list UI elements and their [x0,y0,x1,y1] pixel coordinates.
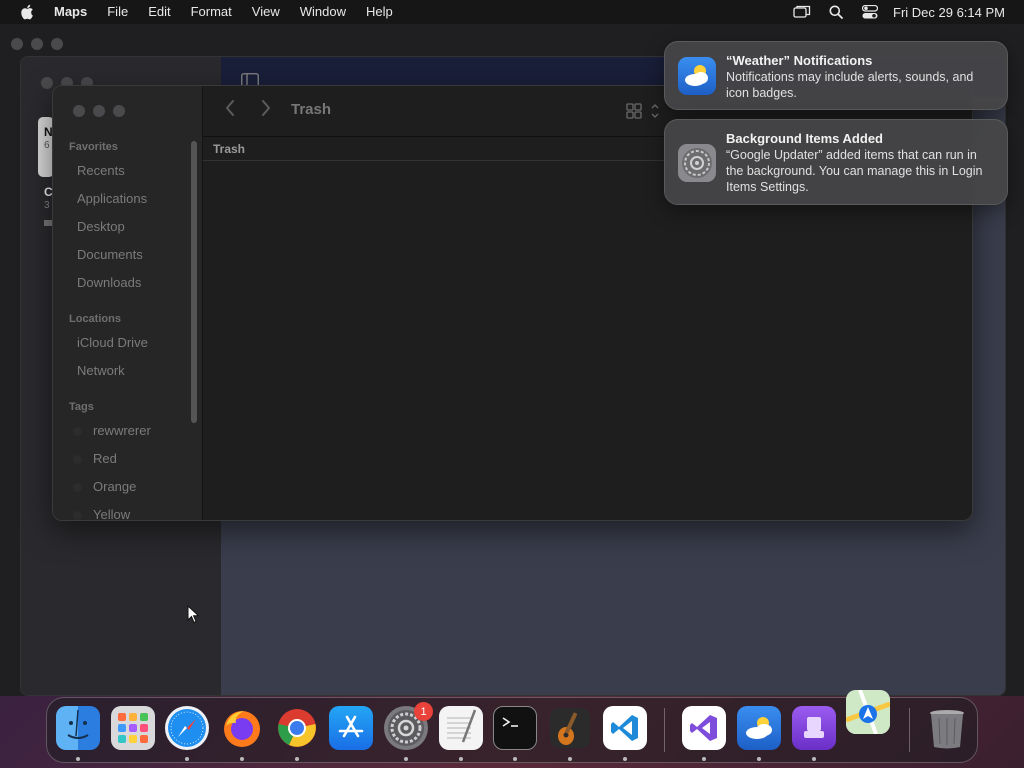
notification-weather[interactable]: “Weather” Notifications Notifications ma… [664,41,1008,110]
dock-separator [664,708,665,752]
weather-icon[interactable] [737,706,781,750]
running-indicator [459,757,463,761]
grid-view-icon[interactable] [625,102,661,125]
menu-format[interactable]: Format [181,0,242,24]
notification-title: Background Items Added [726,131,883,146]
menu-help[interactable]: Help [356,0,403,24]
sidebar-section-locations: Locations [69,313,121,325]
mouse-cursor-icon [187,604,201,630]
dock [46,690,978,763]
sidebar-item-downloads[interactable]: Downloads [77,275,141,290]
sidebar-item-applications[interactable]: Applications [77,191,147,206]
tag-dot-icon [73,455,82,464]
apple-menu-icon[interactable] [0,4,54,20]
sidebar-item-network[interactable]: Network [77,363,125,378]
finder-icon[interactable] [56,706,100,750]
maps-icon[interactable] [846,690,890,734]
sidebar-tag-red[interactable]: Red [93,451,117,466]
notification-body: “Google Updater” added items that can ru… [726,148,983,194]
sidebar-tag-rewwrerer[interactable]: rewwrerer [93,423,151,438]
control-center-icon[interactable] [853,0,887,24]
garageband-icon[interactable] [548,706,592,750]
app-store-icon[interactable] [329,706,373,750]
zoom-button[interactable] [51,38,63,50]
maps-window-traffic-lights[interactable] [11,38,63,50]
terminal-icon[interactable] [493,706,537,750]
notification-background-items[interactable]: Background Items Added “Google Updater” … [664,119,1008,205]
system-settings-icon [678,144,716,182]
weather-icon [678,57,716,95]
dock-separator [909,708,910,752]
close-button[interactable] [41,77,53,89]
running-indicator [513,757,517,761]
menu-bar: Maps File Edit Format View Window Help F… [0,0,1024,24]
close-button[interactable] [73,105,85,117]
notification-title: “Weather” Notifications [726,53,873,68]
firefox-icon[interactable] [220,706,264,750]
running-indicator [623,757,627,761]
sidebar-tag-orange[interactable]: Orange [93,479,136,494]
running-indicator [702,757,706,761]
menu-file[interactable]: File [97,0,138,24]
minimize-button[interactable] [93,105,105,117]
running-indicator [757,757,761,761]
trash-icon[interactable] [925,706,969,750]
tag-dot-icon [73,483,82,492]
maps-sidebar-text: 3 [44,200,50,211]
maps-sidebar-marker [44,220,52,226]
sidebar-section-tags: Tags [69,401,94,413]
running-indicator [812,757,816,761]
forward-chevron-icon[interactable] [261,100,271,121]
back-chevron-icon[interactable] [225,100,235,121]
finder-window-title: Trash [291,101,332,118]
running-indicator [568,757,572,761]
maps-sidebar-text: 6 [44,140,50,151]
running-indicator [240,757,244,761]
running-indicator [295,757,299,761]
notification-body: Notifications may include alerts, sounds… [726,70,974,100]
sidebar-item-recents[interactable]: Recents [77,163,125,178]
menu-bar-clock[interactable]: Fri Dec 29 6:14 PM [887,5,1024,20]
tag-dot-icon [73,427,82,436]
chrome-icon[interactable] [275,706,319,750]
finder-sidebar: Favorites Recents Applications Desktop D… [53,86,203,520]
apple-configurator-icon[interactable] [792,706,836,750]
finder-traffic-lights [73,105,125,117]
visual-studio-icon[interactable] [682,706,726,750]
running-indicator [185,757,189,761]
sidebar-scrollbar[interactable] [191,141,197,423]
minimize-button[interactable] [31,38,43,50]
menu-edit[interactable]: Edit [138,0,180,24]
vscode-icon[interactable] [603,706,647,750]
sidebar-item-desktop[interactable]: Desktop [77,219,125,234]
sidebar-item-icloud-drive[interactable]: iCloud Drive [77,335,148,350]
menu-window[interactable]: Window [290,0,356,24]
spotlight-search-icon[interactable] [819,0,853,24]
close-button[interactable] [11,38,23,50]
running-indicator [404,757,408,761]
sidebar-section-favorites: Favorites [69,141,118,153]
column-header-name[interactable]: Trash [213,142,245,156]
sidebar-tag-yellow[interactable]: Yellow [93,507,130,520]
finder-content-area[interactable] [203,162,972,520]
notification-badge: 1 [414,702,433,721]
launchpad-icon[interactable] [111,706,155,750]
running-indicator [76,757,80,761]
safari-icon[interactable] [165,706,209,750]
menu-app-maps[interactable]: Maps [54,0,97,24]
screen-mirroring-icon[interactable] [785,0,819,24]
tag-dot-icon [73,511,82,520]
menu-view[interactable]: View [242,0,290,24]
textedit-icon[interactable] [439,706,483,750]
sidebar-item-documents[interactable]: Documents [77,247,143,262]
zoom-button[interactable] [113,105,125,117]
